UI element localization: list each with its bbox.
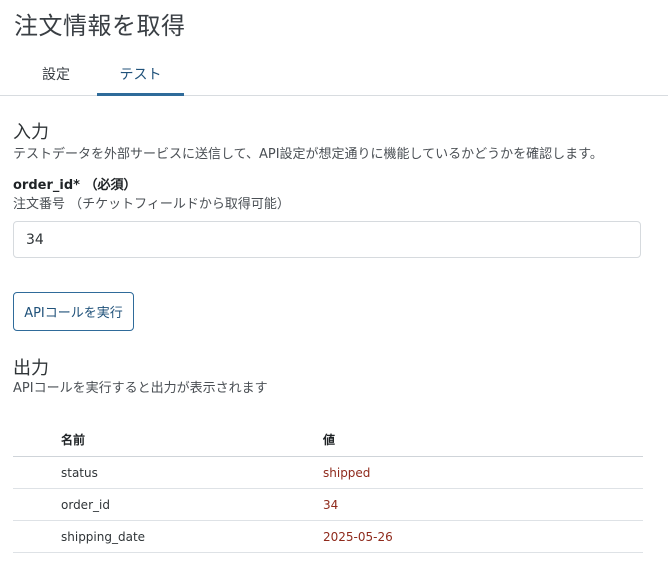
row-value-cell: 34 <box>323 498 339 512</box>
tab-settings[interactable]: 設定 <box>30 58 82 94</box>
order-id-label: order_id* （必須） <box>13 178 137 193</box>
row-value-cell: shipped <box>323 466 371 480</box>
tab-test[interactable]: テスト <box>97 58 184 96</box>
input-section-heading: 入力 <box>13 122 49 143</box>
tab-bar: 設定 テスト <box>0 58 668 96</box>
table-row: order_id 34 <box>13 489 643 521</box>
row-value-cell: 2025-05-26 <box>323 530 393 544</box>
output-table: 名前 値 status shipped order_id 34 shipping… <box>13 424 643 553</box>
page-title: 注文情報を取得 <box>14 12 186 40</box>
row-name-cell: shipping_date <box>61 530 146 544</box>
order-id-help-text: 注文番号 （チケットフィールドから取得可能） <box>13 197 290 212</box>
column-header-value: 値 <box>323 433 336 447</box>
table-row: shipping_date 2025-05-26 <box>13 521 643 553</box>
table-row: status shipped <box>13 457 643 489</box>
output-section-description: APIコールを実行すると出力が表示されます <box>13 381 268 396</box>
column-header-name: 名前 <box>61 433 86 447</box>
table-header-row: 名前 値 <box>13 424 643 457</box>
order-id-input[interactable] <box>13 221 641 258</box>
run-api-call-button[interactable]: APIコールを実行 <box>13 292 134 331</box>
input-section-description: テストデータを外部サービスに送信して、API設定が想定通りに機能しているかどうか… <box>13 147 603 162</box>
row-name-cell: order_id <box>61 498 110 512</box>
row-name-cell: status <box>61 466 98 480</box>
